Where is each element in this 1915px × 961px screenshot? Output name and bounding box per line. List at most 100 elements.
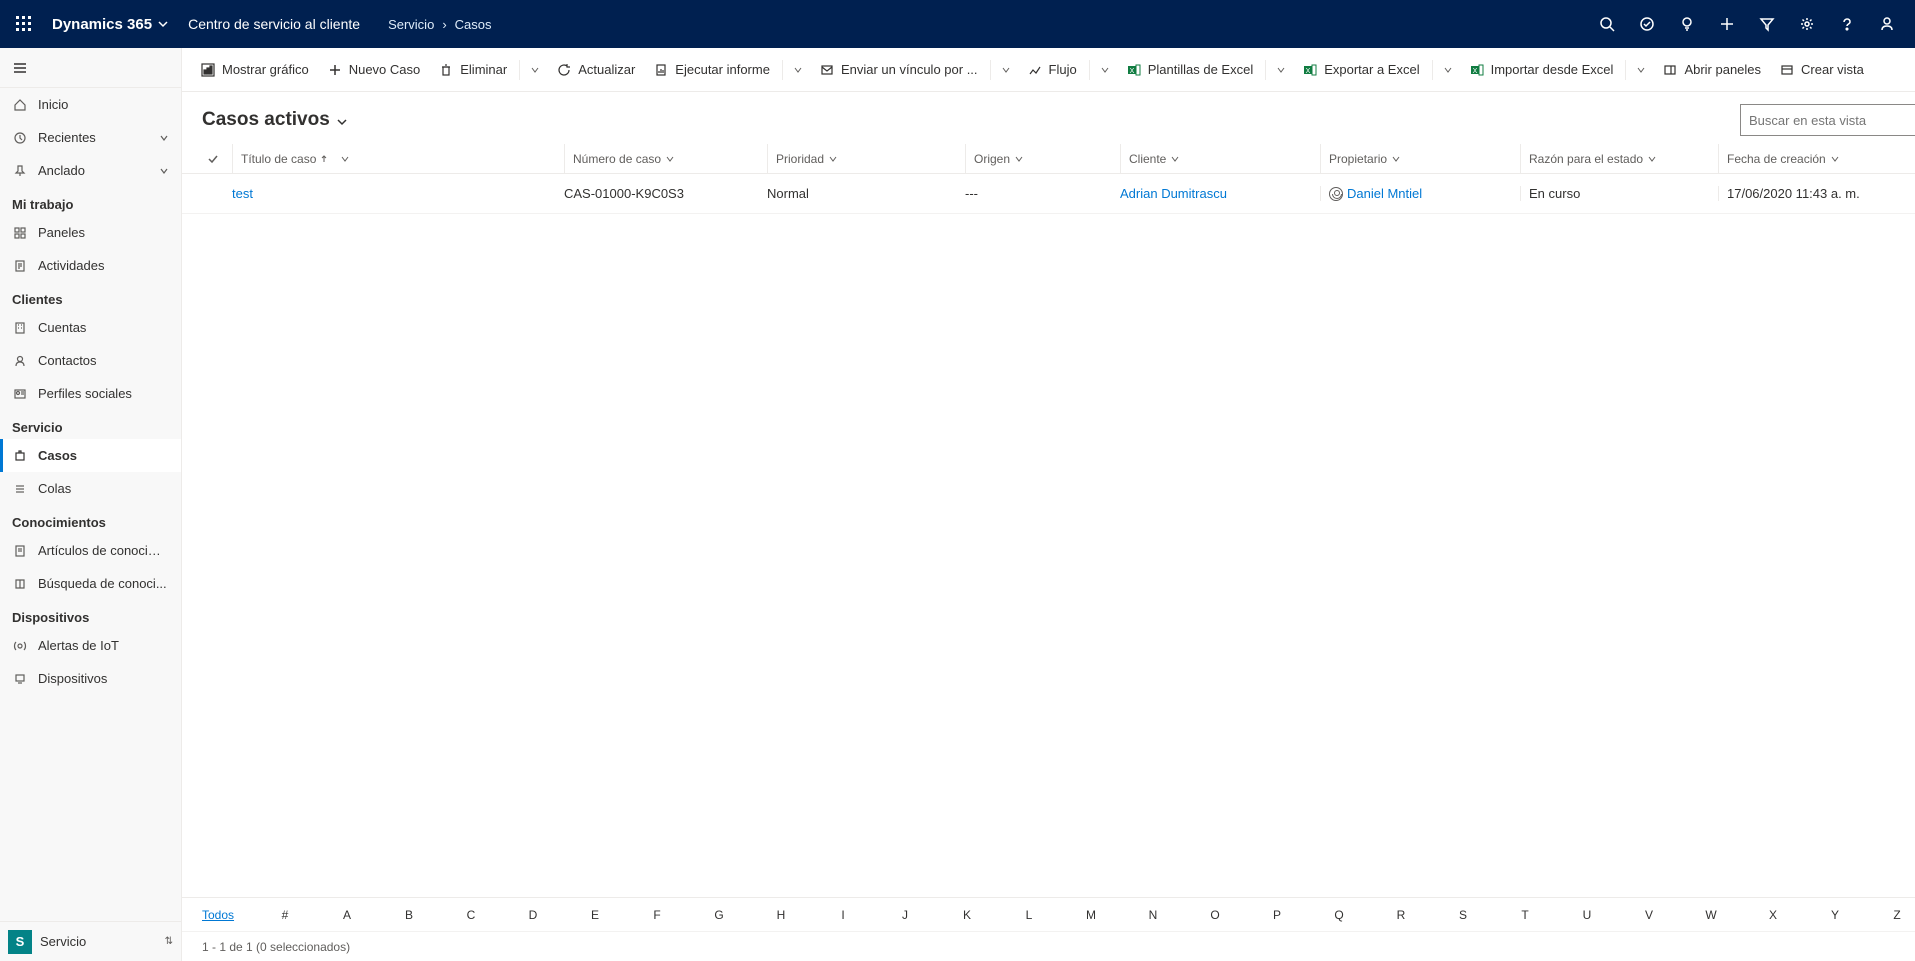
alpha-letter[interactable]: V (1618, 908, 1680, 922)
sidebar-item-activities[interactable]: Actividades (0, 249, 181, 282)
alpha-letter[interactable]: E (564, 908, 626, 922)
column-header-client[interactable]: Cliente (1120, 144, 1320, 173)
alpha-letter[interactable]: R (1370, 908, 1432, 922)
cmd-dropdown[interactable] (1094, 54, 1116, 86)
cmd-mostrar-gr-fico[interactable]: Mostrar gráfico (192, 54, 317, 86)
cmd-actualizar[interactable]: Actualizar (548, 54, 643, 86)
app-launcher-icon[interactable] (8, 8, 40, 40)
alpha-letter[interactable]: L (998, 908, 1060, 922)
hamburger-icon[interactable] (0, 48, 181, 88)
sidebar-item-devices[interactable]: Dispositivos (0, 662, 181, 695)
cmd-crear-vista[interactable]: Crear vista (1771, 54, 1872, 86)
breadcrumb-item[interactable]: Servicio (388, 17, 434, 32)
sidebar-item-knowledge-articles[interactable]: Artículos de conocim... (0, 534, 181, 567)
column-header-title[interactable]: Título de caso (232, 144, 564, 173)
app-name[interactable]: Centro de servicio al cliente (188, 16, 360, 32)
cmd-plantillas-de-excel[interactable]: XPlantillas de Excel (1118, 54, 1262, 86)
main: Mostrar gráficoNuevo CasoEliminar Actuali… (182, 48, 1915, 961)
alpha-letter[interactable]: B (378, 908, 440, 922)
search-input[interactable] (1749, 113, 1915, 128)
add-icon[interactable] (1707, 0, 1747, 48)
gear-icon[interactable] (1787, 0, 1827, 48)
cmd-label: Crear vista (1801, 62, 1864, 77)
filter-icon[interactable] (1747, 0, 1787, 48)
cmd-exportar-a-excel[interactable]: XExportar a Excel (1294, 54, 1427, 86)
alpha-num[interactable]: # (254, 908, 316, 922)
view-search[interactable] (1740, 104, 1915, 136)
alpha-letter[interactable]: U (1556, 908, 1618, 922)
client-link[interactable]: Adrian Dumitrascu (1120, 186, 1227, 201)
alpha-letter[interactable]: C (440, 908, 502, 922)
area-switcher[interactable]: S Servicio ⇅ (0, 921, 181, 961)
alpha-letter[interactable]: H (750, 908, 812, 922)
select-all-checkbox[interactable] (202, 153, 232, 165)
sidebar-item-social-profiles[interactable]: Perfiles sociales (0, 377, 181, 410)
task-icon[interactable] (1627, 0, 1667, 48)
chevron-down-icon (1830, 154, 1840, 164)
cmd-nuevo-caso[interactable]: Nuevo Caso (319, 54, 429, 86)
alpha-letter[interactable]: W (1680, 908, 1742, 922)
alpha-letter[interactable]: T (1494, 908, 1556, 922)
case-title-link[interactable]: test (232, 186, 253, 201)
sidebar-item-iot-alerts[interactable]: Alertas de IoT (0, 629, 181, 662)
sidebar-item-panels[interactable]: Paneles (0, 216, 181, 249)
sidebar-item-cases[interactable]: Casos (0, 439, 181, 472)
alpha-letter[interactable]: Q (1308, 908, 1370, 922)
cmd-enviar-un-v-nculo-por-[interactable]: Enviar un vínculo por ... (811, 54, 986, 86)
alpha-letter[interactable]: P (1246, 908, 1308, 922)
cmd-dropdown[interactable] (524, 54, 546, 86)
sidebar-item-accounts[interactable]: Cuentas (0, 311, 181, 344)
alpha-letter[interactable]: I (812, 908, 874, 922)
cmd-flujo[interactable]: Flujo (1019, 54, 1085, 86)
owner-link[interactable]: Daniel Mntiel (1347, 186, 1422, 201)
alpha-letter[interactable]: O (1184, 908, 1246, 922)
table-row[interactable]: testCAS-01000-K9C0S3Normal---Adrian Dumi… (182, 174, 1915, 214)
cmd-dropdown[interactable] (1437, 54, 1459, 86)
alpha-letter[interactable]: N (1122, 908, 1184, 922)
alpha-letter[interactable]: K (936, 908, 998, 922)
cmd-importar-desde-excel[interactable]: XImportar desde Excel (1461, 54, 1622, 86)
iot-icon (12, 639, 28, 653)
alpha-all[interactable]: Todos (202, 908, 254, 922)
sidebar-item-queues[interactable]: Colas (0, 472, 181, 505)
trash-icon (438, 62, 454, 78)
column-header-reason[interactable]: Razón para el estado (1520, 144, 1718, 173)
cmd-abrir-paneles[interactable]: Abrir paneles (1654, 54, 1769, 86)
cmd-dropdown[interactable] (1630, 54, 1652, 86)
brand-label[interactable]: Dynamics 365 (52, 16, 168, 33)
column-header-number[interactable]: Número de caso (564, 144, 767, 173)
chevron-down-icon (336, 116, 348, 128)
separator (1432, 60, 1433, 80)
column-label: Título de caso (241, 152, 316, 166)
alpha-letter[interactable]: F (626, 908, 688, 922)
lightbulb-icon[interactable] (1667, 0, 1707, 48)
alpha-letter[interactable]: Y (1804, 908, 1866, 922)
column-header-origin[interactable]: Origen (965, 144, 1120, 173)
alpha-letter[interactable]: S (1432, 908, 1494, 922)
cmd-ejecutar-informe[interactable]: Ejecutar informe (645, 54, 778, 86)
cmd-dropdown[interactable] (995, 54, 1017, 86)
alpha-letter[interactable]: D (502, 908, 564, 922)
sidebar-item-recent[interactable]: Recientes (0, 121, 181, 154)
column-header-priority[interactable]: Prioridad (767, 144, 965, 173)
help-icon[interactable] (1827, 0, 1867, 48)
cmd-dropdown[interactable] (787, 54, 809, 86)
alpha-letter[interactable]: X (1742, 908, 1804, 922)
alpha-letter[interactable]: Z (1866, 908, 1915, 922)
alpha-letter[interactable]: A (316, 908, 378, 922)
cmd-eliminar[interactable]: Eliminar (430, 54, 515, 86)
view-selector[interactable]: Casos activos (202, 109, 348, 131)
search-icon[interactable] (1587, 0, 1627, 48)
alpha-letter[interactable]: J (874, 908, 936, 922)
breadcrumb-item[interactable]: Casos (455, 17, 492, 32)
column-header-owner[interactable]: Propietario (1320, 144, 1520, 173)
sidebar-item-contacts[interactable]: Contactos (0, 344, 181, 377)
sidebar-item-knowledge-search[interactable]: Búsqueda de conoci... (0, 567, 181, 600)
cmd-dropdown[interactable] (1270, 54, 1292, 86)
alpha-letter[interactable]: G (688, 908, 750, 922)
column-header-date[interactable]: Fecha de creación (1718, 144, 1915, 173)
sidebar-item-pinned[interactable]: Anclado (0, 154, 181, 187)
alpha-letter[interactable]: M (1060, 908, 1122, 922)
sidebar-item-home[interactable]: Inicio (0, 88, 181, 121)
user-icon[interactable] (1867, 0, 1907, 48)
